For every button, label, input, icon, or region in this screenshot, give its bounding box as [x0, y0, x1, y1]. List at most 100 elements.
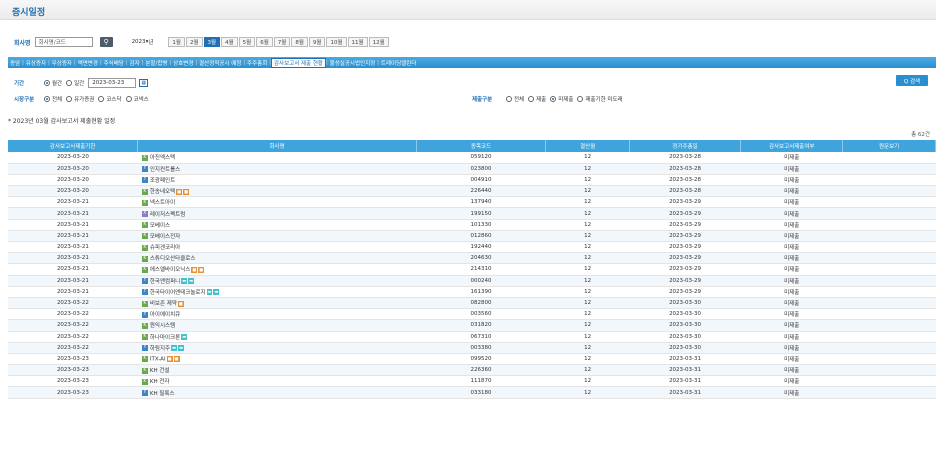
table-row[interactable]: 2023-03-20 K 한송네오텍 ■ ■ 226440 12 2023-03-28 미제출 — [8, 185, 936, 198]
date-input[interactable]: 2023-03-23 — [88, 78, 137, 88]
month-button-11[interactable]: 11월 — [347, 37, 368, 47]
company-name-link[interactable]: 한송네오텍 — [150, 189, 175, 195]
table-row[interactable]: 2023-03-21 K 슈피겐코리아 192440 12 2023-03-29 미제출 — [8, 241, 936, 254]
month-button-1[interactable]: 1월 — [168, 37, 185, 47]
menu-item-0[interactable]: 증암 — [8, 59, 22, 67]
col-company-header[interactable]: 회사명 — [137, 140, 417, 152]
month-button-10[interactable]: 10월 — [326, 37, 347, 47]
company-name-link[interactable]: 원익시스템 — [150, 323, 175, 329]
market-radio-konex[interactable] — [125, 96, 132, 102]
company-name-link[interactable]: KH 전자 — [150, 379, 170, 385]
market-badge-icon: Y — [141, 390, 148, 397]
table-row[interactable]: 2023-03-23 K KH 건설 226360 12 2023-03-31 미제출 — [8, 364, 936, 377]
menu-item-6[interactable]: 분할/합병 — [143, 59, 169, 67]
company-name-link[interactable]: KH 건설 — [150, 368, 170, 374]
code-cell: 161390 — [416, 286, 546, 298]
period-radio-monthly[interactable] — [44, 80, 50, 86]
deadline-cell: 2023-03-21 — [8, 219, 138, 231]
calendar-icon[interactable]: ▦ — [139, 79, 149, 87]
col-code-header[interactable]: 종목코드 — [416, 140, 547, 152]
table-row[interactable]: 2023-03-22 Y 하림지주 ▬ ▬ 003380 12 2023-03-30 미제출 — [8, 342, 936, 354]
month-button-7[interactable]: 7월 — [273, 37, 291, 47]
menu-item-4[interactable]: 주식배당 — [102, 59, 126, 67]
menu-item-1[interactable]: 유상증자 — [24, 59, 48, 67]
company-cell: Y 하림지주 ▬ ▬ — [137, 342, 417, 354]
table-row[interactable]: 2023-03-21 X 레이저스펙트럼 199150 12 2023-03-29 미제출 — [8, 207, 936, 220]
month-button-9[interactable]: 9월 — [308, 37, 326, 47]
table-row[interactable]: 2023-03-20 K 아진엑스텍 059120 12 2023-03-28 미제출 — [8, 152, 936, 164]
menu-item-11[interactable]: 불성실공시법인지정 — [328, 59, 378, 67]
menu-item-3[interactable]: 액면변경 — [76, 59, 100, 67]
table-row[interactable]: 2023-03-22 K 비보존 제약 ■ 082800 12 2023-03-30 미제출 — [8, 297, 936, 310]
company-name-link[interactable]: 모베이스 — [150, 223, 170, 229]
agm-cell: 2023-03-28 — [629, 185, 741, 198]
company-name-link[interactable]: 스튜디오산타클로스 — [150, 256, 196, 262]
menu-item-10[interactable]: 감사보고서 제출 현황 — [270, 57, 326, 68]
table-row[interactable]: 2023-03-22 Y 아이에이치큐 003560 12 2023-03-30 미제출 — [8, 308, 936, 321]
table-row[interactable]: 2023-03-23 K ITX-AI ■ ■ 099520 12 2023-03-31 미제출 — [8, 353, 936, 366]
year-select[interactable]: 2023 ▾ 년 — [128, 37, 157, 47]
company-name-link[interactable]: KH 필룩스 — [150, 391, 175, 397]
company-name-link[interactable]: 에스엘바이오닉스 — [150, 267, 190, 273]
submit-radio-not-due[interactable] — [577, 96, 584, 102]
col-agm-header[interactable]: 정기주총일 — [629, 140, 742, 152]
search-button[interactable]: Q 검색 — [896, 75, 928, 86]
table-row[interactable]: 2023-03-23 K KH 전자 111870 12 2023-03-31 미제출 — [8, 375, 936, 388]
search-icon[interactable]: ⚲ — [99, 37, 113, 47]
company-name-link[interactable]: ITX-AI — [150, 356, 166, 362]
view-cell — [842, 230, 936, 243]
menu-item-9[interactable]: 주주총회 — [245, 59, 269, 67]
month-button-3[interactable]: 3월 — [203, 37, 221, 47]
month-button-4[interactable]: 4월 — [221, 37, 238, 47]
company-name-link[interactable]: 아진엑스텍 — [150, 155, 175, 161]
menu-item-8[interactable]: 결산정적공시 예정 — [197, 59, 243, 67]
month-button-8[interactable]: 8월 — [291, 37, 308, 47]
market-radio-all[interactable] — [44, 96, 50, 102]
menu-item-7[interactable]: 상호변경 — [171, 59, 195, 67]
company-name-link[interactable]: 인지컨트롤스 — [150, 167, 180, 173]
table-row[interactable]: 2023-03-22 K 하나마이크론 ▬ 067310 12 2023-03-30 미제출 — [8, 331, 936, 343]
market-radio-kospi[interactable] — [66, 96, 73, 102]
month-button-12[interactable]: 12월 — [368, 37, 389, 47]
company-name-link[interactable]: 넥스트아이 — [150, 200, 175, 206]
col-month-header[interactable]: 결산월 — [545, 140, 630, 152]
month-button-2[interactable]: 2월 — [185, 37, 203, 47]
month-button-6[interactable]: 6월 — [256, 37, 273, 47]
table-row[interactable]: 2023-03-21 Y 한국앤컴퍼니 ▬ ▬ 000240 12 2023-03-29 미제출 — [8, 275, 936, 287]
table-row[interactable]: 2023-03-20 Y 조광페인트 004910 12 2023-03-28 미제출 — [8, 174, 936, 187]
month-button-5[interactable]: 5월 — [238, 37, 256, 47]
col-deadline-header[interactable]: 감사보고서제출기한 — [8, 140, 139, 152]
company-name-link[interactable]: 레이저스펙트럼 — [150, 212, 185, 218]
market-radio-kosdaq[interactable] — [98, 96, 105, 102]
table-row[interactable]: 2023-03-22 K 원익시스템 031820 12 2023-03-30 미제출 — [8, 319, 936, 332]
table-row[interactable]: 2023-03-20 Y 인지컨트롤스 023800 12 2023-03-28 미제출 — [8, 163, 936, 175]
col-view-header[interactable]: 원문보기 — [842, 140, 936, 152]
company-name-link[interactable]: 모베이스전자 — [150, 234, 180, 240]
submit-radio-not-submitted[interactable] — [550, 96, 557, 102]
company-name-link[interactable]: 한국타이어앤테크놀로지 — [150, 290, 206, 296]
menu-item-5[interactable]: 감자 — [128, 59, 142, 67]
period-radio-daily[interactable] — [66, 80, 73, 86]
menu-item-12[interactable]: 트레이딩캘린더 — [379, 59, 418, 67]
table-row[interactable]: 2023-03-21 K 에스엘바이오닉스 ■ ■ 214310 12 2023-03-29 미… — [8, 263, 936, 276]
view-cell — [842, 207, 936, 220]
company-name-link[interactable]: 하림지주 — [150, 346, 170, 352]
table-row[interactable]: 2023-03-23 Y KH 필룩스 033180 12 2023-03-31 미제출 — [8, 386, 936, 399]
company-search-input[interactable]: 회사명/코드 — [34, 37, 93, 47]
table-row[interactable]: 2023-03-21 K 모베이스 101330 12 2023-03-29 미제출 — [8, 219, 936, 231]
menu-item-2[interactable]: 무상증자 — [50, 59, 74, 67]
submit-radio-submitted[interactable] — [528, 96, 535, 102]
month-cell: 12 — [545, 174, 630, 187]
company-name-link[interactable]: 하나마이크론 — [150, 335, 180, 341]
table-row[interactable]: 2023-03-21 K 스튜디오산타클로스 204630 12 2023-03-29 미제… — [8, 252, 936, 265]
company-name-link[interactable]: 한국앤컴퍼니 — [150, 279, 180, 285]
company-name-link[interactable]: 비보존 제약 — [150, 301, 177, 307]
company-name-link[interactable]: 조광페인트 — [150, 178, 175, 184]
submit-radio-all[interactable] — [506, 96, 512, 102]
col-status-header[interactable]: 감사보고서제출여부 — [740, 140, 844, 152]
table-row[interactable]: 2023-03-21 K 모베이스전자 012860 12 2023-03-29 미제출 — [8, 230, 936, 243]
table-row[interactable]: 2023-03-21 K 넥스트아이 137940 12 2023-03-29 미제출 — [8, 196, 936, 209]
company-name-link[interactable]: 아이에이치큐 — [150, 312, 180, 318]
company-name-link[interactable]: 슈피겐코리아 — [150, 245, 180, 251]
table-row[interactable]: 2023-03-21 Y 한국타이어앤테크놀로지 ▬ ▬ 161390 12 2023-03-… — [8, 286, 936, 298]
